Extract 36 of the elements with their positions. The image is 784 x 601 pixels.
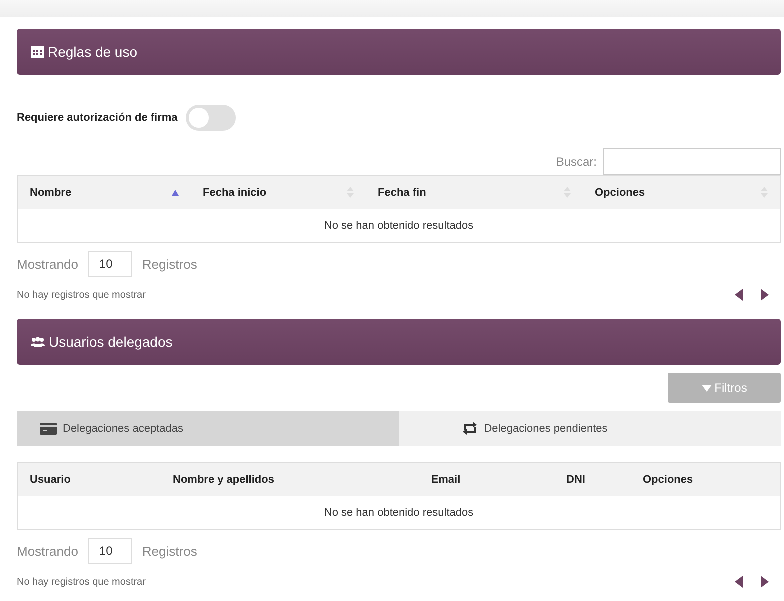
panel-title: Reglas de uso (48, 44, 138, 60)
records-info: No hay registros que mostrar (17, 290, 146, 300)
column-header[interactable]: Usuario (18, 474, 161, 486)
records-info: No hay registros que mostrar (17, 576, 146, 588)
toggle-switch[interactable] (186, 105, 236, 131)
column-header[interactable]: Opciones (583, 186, 780, 198)
column-header[interactable]: Fecha fin (366, 186, 583, 198)
column-header[interactable]: Opciones (631, 474, 780, 486)
toggle-label: Requiere autorización de firma (17, 112, 178, 124)
length-label: Registros (142, 256, 198, 272)
length-label: Mostrando (17, 256, 78, 272)
panel-title: Usuarios delegados (49, 334, 173, 350)
empty-message: No se han obtenido resultados (324, 220, 474, 232)
calendar-icon (31, 46, 44, 58)
tab[interactable]: Delegaciones aceptadas (17, 411, 399, 446)
repeat-icon (462, 422, 478, 435)
length-label: Mostrando (17, 544, 78, 558)
previous-icon[interactable] (735, 289, 743, 301)
tab[interactable]: Delegaciones pendientes (399, 411, 781, 446)
length-label: Registros (142, 544, 198, 558)
search-label: Buscar: (556, 154, 597, 168)
column-header[interactable]: Fecha inicio (191, 186, 366, 198)
page-size-field[interactable]: 10 (88, 251, 132, 277)
next-icon[interactable] (761, 289, 769, 301)
empty-message: No se han obtenido resultados (324, 506, 474, 518)
previous-icon[interactable] (735, 576, 743, 588)
page-size-field[interactable]: 10 (88, 538, 132, 564)
column-header[interactable]: Email (371, 474, 521, 486)
column-header[interactable]: DNI (521, 474, 631, 486)
column-header[interactable]: Nombre (18, 186, 191, 198)
caret-icon (702, 384, 712, 392)
users-icon (31, 337, 45, 347)
card-icon (40, 422, 57, 434)
next-icon[interactable] (761, 576, 769, 588)
column-header[interactable]: Nombre y apellidos (161, 474, 371, 486)
search-field[interactable] (603, 148, 781, 175)
